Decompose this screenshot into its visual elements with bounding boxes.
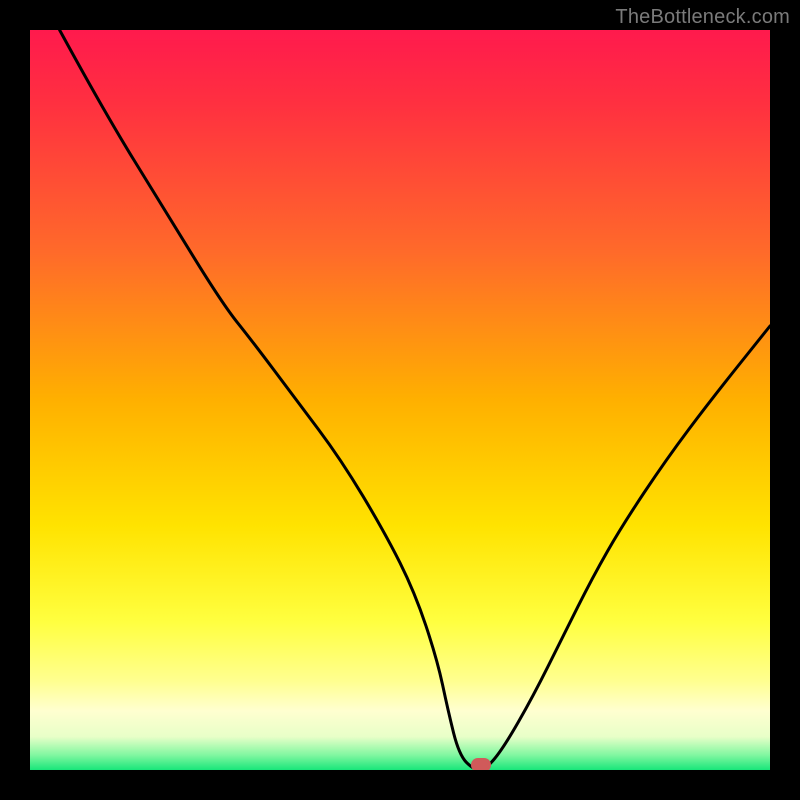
plot-area: [30, 30, 770, 770]
watermark-text: TheBottleneck.com: [615, 6, 790, 29]
chart-frame: TheBottleneck.com: [0, 0, 800, 800]
bottleneck-curve: [30, 30, 770, 770]
optimal-point-marker: [471, 758, 491, 770]
